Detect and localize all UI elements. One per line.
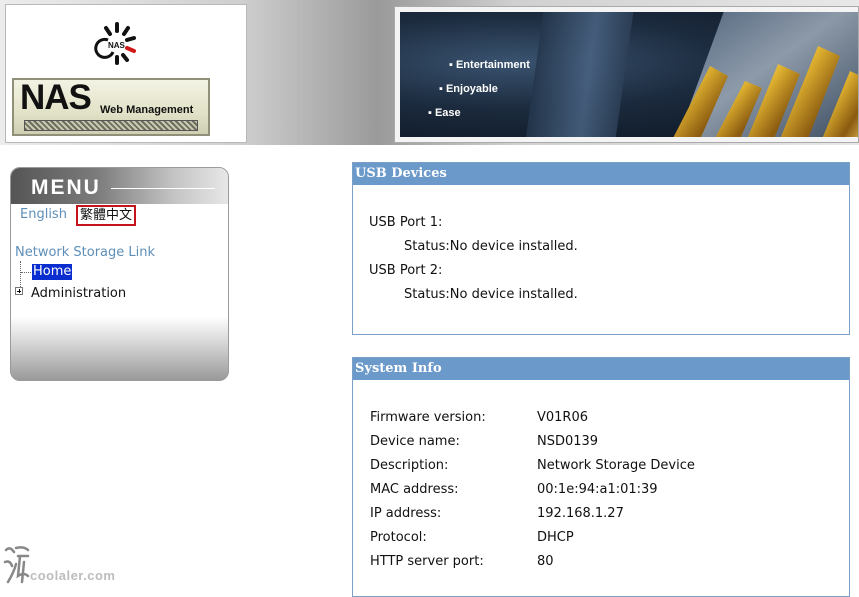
banner-bullet-2: ▪ Enjoyable (439, 83, 498, 95)
ip-address-value: 192.168.1.27 (537, 506, 624, 521)
tree-item-home[interactable]: Home (32, 264, 73, 280)
description-value: Network Storage Device (537, 458, 695, 473)
device-name-value: NSD0139 (537, 434, 599, 449)
expand-plus-icon[interactable] (15, 287, 23, 295)
banner-gold-graphic (673, 46, 858, 137)
usb-port-2-label: USB Port 2: (369, 263, 443, 278)
usb-port-1-status: Status:No device installed. (404, 239, 578, 254)
language-english-link[interactable]: English (20, 207, 67, 222)
ip-address-label: IP address: (370, 506, 442, 521)
usb-port-2-status: Status:No device installed. (404, 287, 578, 302)
http-server-port-value: 80 (537, 554, 554, 569)
banner-image (400, 12, 858, 137)
usb-devices-panel: USB Devices USB Port 1: Status:No device… (352, 162, 850, 335)
page-header: NAS NAS Web Management ▪ Entertainment ▪… (0, 0, 859, 145)
menu-header: MENU (11, 168, 228, 204)
logo-symbol-label: NAS (108, 41, 126, 50)
watermark-brush-icon (3, 546, 30, 584)
tree-item-administration[interactable]: Administration (31, 286, 126, 301)
system-info-title: System Info (353, 358, 849, 380)
tree-root-network-storage-link[interactable]: Network Storage Link (15, 245, 155, 260)
menu-title: MENU (31, 176, 101, 199)
logo-sub-text: Web Management (100, 104, 194, 116)
system-info-panel: System Info Firmware version: V01R06 Dev… (352, 357, 850, 597)
watermark-text: coolaler.com (30, 568, 116, 583)
nas-spinner-logo: NAS (94, 22, 136, 65)
http-server-port-label: HTTP server port: (370, 554, 484, 569)
nas-web-management-badge: NAS Web Management (12, 78, 210, 136)
banner-bullet-1: ▪ Entertainment (449, 59, 530, 71)
usb-devices-title: USB Devices (353, 163, 849, 185)
logo-box: NAS NAS Web Management (5, 4, 247, 143)
protocol-label: Protocol: (370, 530, 427, 545)
header-banner: ▪ Entertainment ▪ Enjoyable ▪ Ease (394, 6, 859, 143)
tree-connector-horizontal (21, 272, 31, 273)
description-label: Description: (370, 458, 449, 473)
firmware-version-value: V01R06 (537, 410, 589, 425)
firmware-version-label: Firmware version: (370, 410, 486, 425)
protocol-value: DHCP (537, 530, 574, 545)
language-traditional-chinese-link[interactable]: 繁體中文 (76, 205, 137, 226)
device-name-label: Device name: (370, 434, 460, 449)
watermark: coolaler.com (2, 542, 132, 586)
menu-title-rule (111, 188, 215, 189)
banner-bullet-3: ▪ Ease (428, 107, 461, 119)
mac-address-label: MAC address: (370, 482, 459, 497)
logo-main-text: NAS (20, 78, 92, 117)
usb-port-1-label: USB Port 1: (369, 215, 443, 230)
mac-address-value: 00:1e:94:a1:01:39 (537, 482, 658, 497)
logo-stripe (24, 120, 198, 131)
